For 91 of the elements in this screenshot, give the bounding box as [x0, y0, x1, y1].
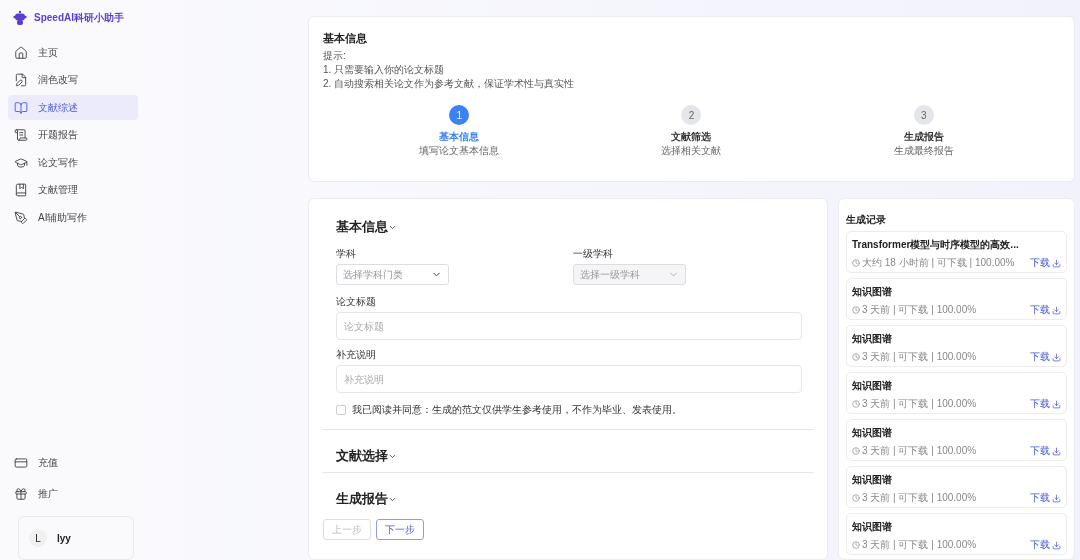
hint-text: 1. 只需要输入你的论文标题	[323, 63, 446, 77]
record-card[interactable]: 知识图谱 3 天前 | 可下载 | 100.00% 下载	[846, 513, 1067, 555]
record-title: 知识图谱	[852, 285, 893, 299]
field-label: 补充说明	[336, 348, 377, 362]
record-card[interactable]: 知识图谱 3 天前 | 可下载 | 100.00% 下载	[846, 278, 1067, 320]
input-field[interactable]: 论文标题	[336, 312, 802, 340]
home-icon	[14, 45, 28, 60]
nav-item[interactable]: 开题报告	[8, 122, 138, 148]
download-icon[interactable]	[1052, 540, 1061, 550]
step-number: 1	[449, 105, 470, 125]
clock-icon	[852, 400, 860, 408]
nav-item[interactable]: 文献管理	[8, 177, 138, 203]
credit-card-icon	[14, 456, 28, 470]
step-title: 基本信息	[439, 130, 480, 144]
step-number: 3	[913, 105, 934, 125]
panel-title: 生成记录	[846, 213, 887, 227]
record-card[interactable]: 知识图谱 3 天前 | 可下载 | 100.00% 下载	[846, 325, 1067, 367]
open-book-icon	[14, 100, 28, 115]
record-meta: 3 天前 | 可下载 | 100.00%	[862, 538, 977, 552]
step-subtitle: 选择相关文献	[661, 144, 722, 158]
file-pen-icon	[14, 73, 28, 87]
record-title: 知识图谱	[852, 426, 893, 440]
nav-item[interactable]: 润色改写	[8, 67, 138, 93]
brand-name: SpeedAI科研小助手	[34, 11, 124, 25]
robot-logo-icon	[12, 10, 28, 26]
clock-icon	[852, 447, 860, 455]
download-icon[interactable]	[1052, 352, 1061, 362]
download-link[interactable]: 下载	[1030, 397, 1050, 411]
nav-item[interactable]: AI辅助写作	[8, 205, 138, 230]
user-card[interactable]: L lyy	[18, 516, 134, 560]
record-card[interactable]: 知识图谱 3 天前 | 可下载 | 100.00% 下载	[846, 466, 1067, 508]
record-meta: 大约 18 小时前 | 可下载 | 100.00%	[862, 256, 1015, 270]
pen-nib-icon	[14, 210, 28, 225]
download-link[interactable]: 下载	[1030, 256, 1050, 270]
download-link[interactable]: 下载	[1030, 444, 1050, 458]
clock-icon	[852, 306, 860, 314]
step-subtitle: 生成最终报告	[893, 144, 954, 158]
download-link[interactable]: 下载	[1030, 491, 1050, 505]
record-title: 知识图谱	[852, 379, 893, 393]
download-link[interactable]: 下载	[1030, 350, 1050, 364]
checkbox[interactable]	[336, 405, 346, 415]
user-name: lyy	[57, 532, 71, 544]
record-meta: 3 天前 | 可下载 | 100.00%	[862, 491, 977, 505]
input-field[interactable]: 补充说明	[336, 365, 802, 393]
download-link[interactable]: 下载	[1030, 538, 1050, 552]
nav-item[interactable]: 文献综述	[8, 95, 138, 120]
field-label: 论文标题	[336, 295, 377, 309]
section-title[interactable]: 文献选择	[336, 447, 388, 465]
bookmarked-book-icon	[14, 183, 28, 197]
download-icon[interactable]	[1052, 258, 1061, 268]
next-button[interactable]: 下一步	[376, 519, 424, 540]
record-meta: 3 天前 | 可下载 | 100.00%	[862, 444, 977, 458]
step-title: 文献筛选	[671, 130, 712, 144]
download-icon[interactable]	[1052, 493, 1061, 503]
nav-item[interactable]: 主页	[8, 40, 138, 65]
record-card[interactable]: Transformer模型与时序模型的高效... 大约 18 小时前 | 可下载 | 100.00% 下载	[846, 231, 1067, 273]
clock-icon	[852, 259, 860, 267]
record-card[interactable]: 知识图谱 3 天前 | 可下载 | 100.00% 下载	[846, 419, 1067, 461]
scroll-icon	[14, 128, 28, 142]
avatar: L	[29, 529, 47, 547]
field-label: 学科	[336, 247, 357, 261]
step-subtitle: 填写论文基本信息	[419, 144, 500, 158]
hint-text: 2. 自动搜索相关论文作为参考文献，保证学术性与真实性	[323, 77, 576, 91]
download-icon[interactable]	[1052, 305, 1061, 315]
download-link[interactable]: 下载	[1030, 303, 1050, 317]
intro-title: 基本信息	[323, 31, 368, 46]
step-number: 2	[681, 105, 702, 125]
record-meta: 3 天前 | 可下载 | 100.00%	[862, 303, 977, 317]
record-title: 知识图谱	[852, 520, 893, 534]
record-title: 知识图谱	[852, 473, 893, 487]
clock-icon	[852, 494, 860, 502]
agreement-text: 我已阅读并同意：生成的范文仅供学生参考使用，不作为毕业、发表使用。	[352, 403, 682, 417]
record-card[interactable]: 知识图谱 3 天前 | 可下载 | 100.00% 下载	[846, 372, 1067, 414]
record-meta: 3 天前 | 可下载 | 100.00%	[862, 397, 977, 411]
nav-item[interactable]: 推广	[8, 479, 138, 508]
hint-text: 提示:	[323, 49, 347, 63]
nav-item[interactable]: 充值	[8, 449, 138, 477]
gift-icon	[14, 486, 28, 501]
record-title: 知识图谱	[852, 332, 893, 346]
record-title: Transformer模型与时序模型的高效...	[852, 238, 1020, 252]
step-title: 生成报告	[903, 130, 944, 144]
download-icon[interactable]	[1052, 446, 1061, 456]
field-label: 一级学科	[573, 247, 614, 261]
section-title[interactable]: 基本信息	[336, 218, 388, 236]
nav-item[interactable]: 论文写作	[8, 150, 138, 175]
clock-icon	[852, 353, 860, 361]
download-icon[interactable]	[1052, 399, 1061, 409]
clock-icon	[852, 541, 860, 549]
record-meta: 3 天前 | 可下载 | 100.00%	[862, 350, 977, 364]
section-title[interactable]: 生成报告	[336, 490, 388, 508]
graduation-cap-icon	[14, 155, 28, 170]
